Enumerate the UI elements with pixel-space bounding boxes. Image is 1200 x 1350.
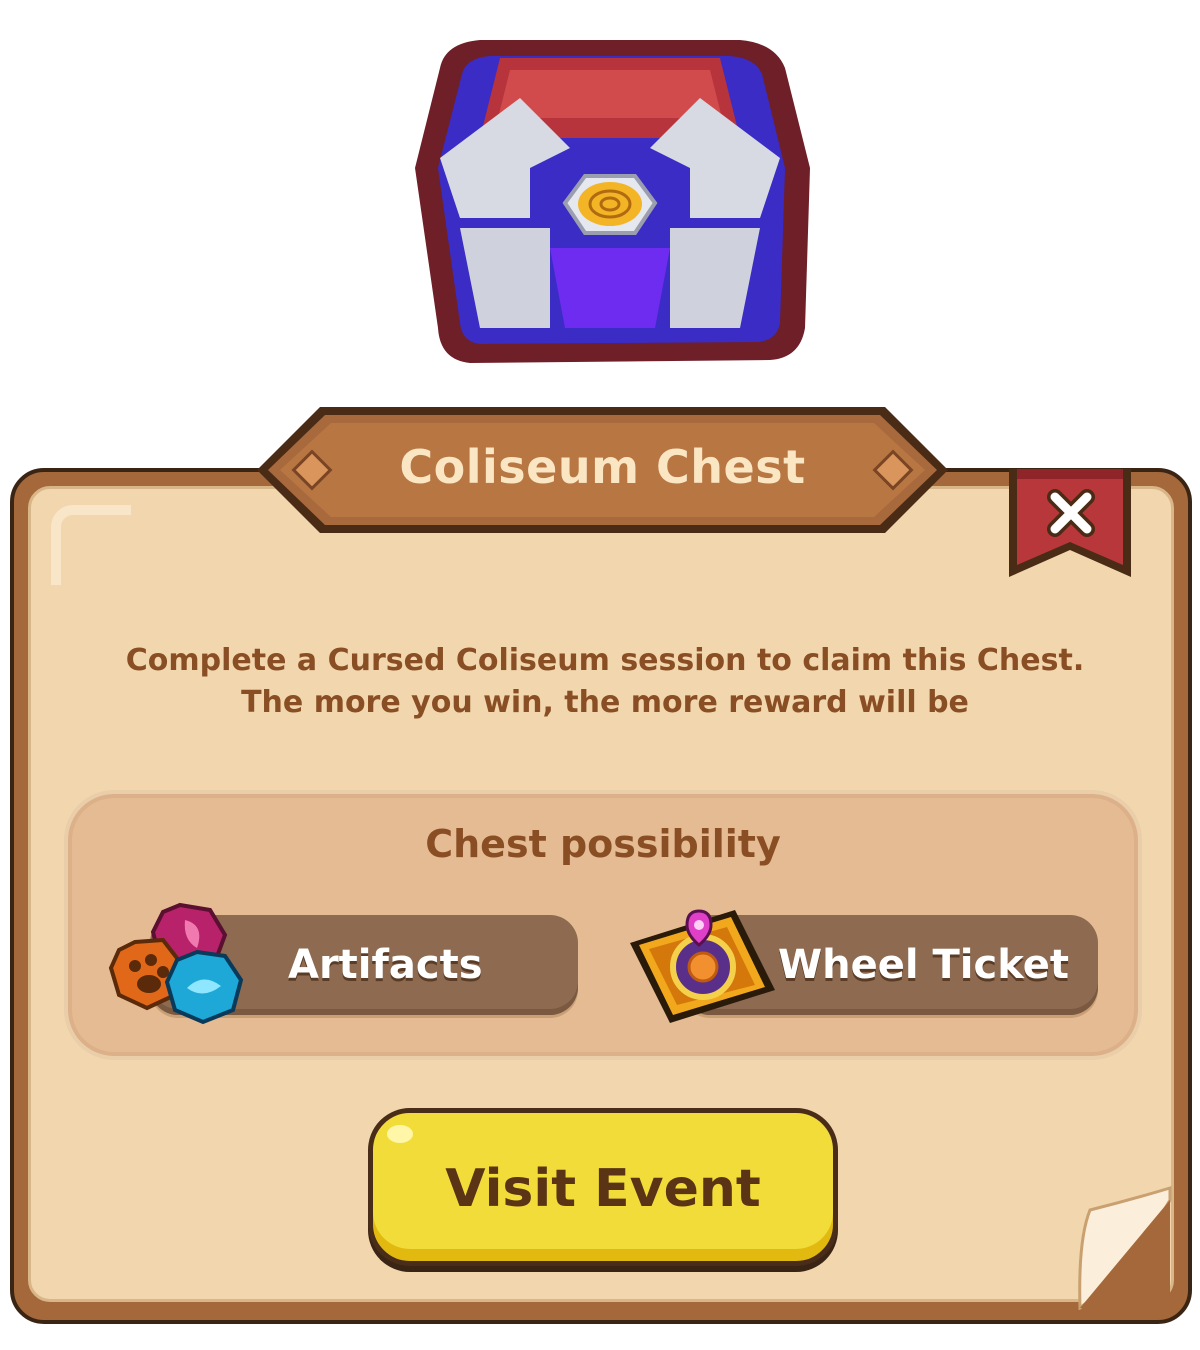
description-line-2: The more you win, the more reward will b… (241, 685, 969, 720)
wheel-ticket-label: Wheel Ticket (778, 942, 1069, 988)
description-line-1: Complete a Cursed Coliseum session to cl… (125, 643, 1085, 678)
close-icon (1047, 489, 1095, 537)
coliseum-chest-icon (415, 40, 810, 363)
visit-event-button[interactable]: Visit Event (368, 1108, 838, 1266)
wheel-ticket-icon (630, 909, 775, 1023)
visit-event-label: Visit Event (445, 1159, 761, 1219)
dialog-title: Coliseum Chest (399, 440, 806, 494)
chest-possibility-title: Chest possibility (425, 822, 781, 866)
page-curl-decoration (1078, 1185, 1172, 1310)
artifacts-icon (108, 902, 244, 1025)
artifacts-label: Artifacts (288, 942, 483, 988)
dialog-description: Complete a Cursed Coliseum session to cl… (40, 640, 1170, 724)
close-button[interactable] (1005, 465, 1135, 583)
